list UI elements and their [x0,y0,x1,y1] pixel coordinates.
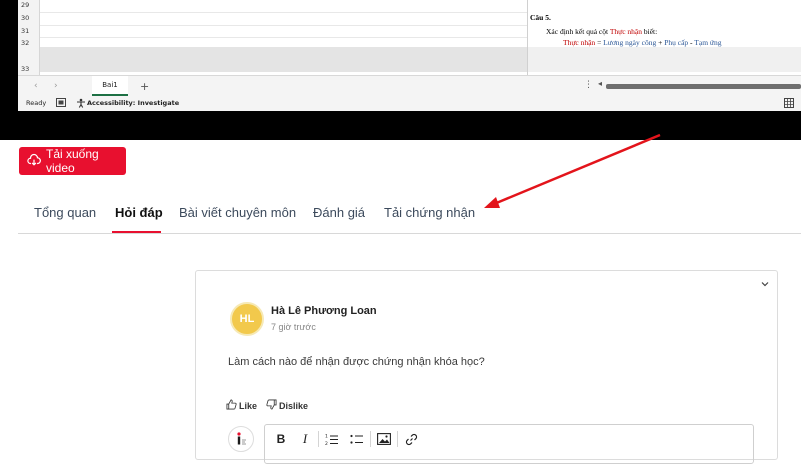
post-time: 7 giờ trước [271,322,316,332]
dislike-button[interactable]: Dislike [266,399,308,412]
italic-button[interactable]: I [297,431,313,447]
link-icon[interactable] [403,431,419,447]
like-label: Like [239,400,258,411]
chevron-down-icon[interactable] [761,279,769,289]
bold-button[interactable]: B [273,431,289,447]
ordered-list-icon[interactable]: 12 [324,431,340,447]
svg-text:1: 1 [325,433,328,439]
svg-text:2: 2 [325,441,328,446]
toolbar-separator [370,431,371,447]
author-name[interactable]: Hà Lê Phương Loan [271,305,377,317]
user-logo-icon [237,432,246,445]
thumbs-down-icon [266,399,277,412]
toolbar-separator [318,431,319,447]
like-button[interactable]: Like [226,399,257,412]
current-user-avatar [228,426,254,452]
bullet-list-icon[interactable] [349,431,365,447]
question-card: HL Hà Lê Phương Loan 7 giờ trước Làm các… [195,270,778,464]
toolbar-separator [397,431,398,447]
image-icon[interactable] [376,431,392,447]
author-avatar: HL [230,302,264,336]
reply-editor[interactable]: B I 12 [264,424,754,464]
thumbs-up-icon [226,399,237,412]
question-text: Làm cách nào để nhận được chứng nhận khó… [228,356,485,368]
dislike-label: Dislike [279,400,309,411]
